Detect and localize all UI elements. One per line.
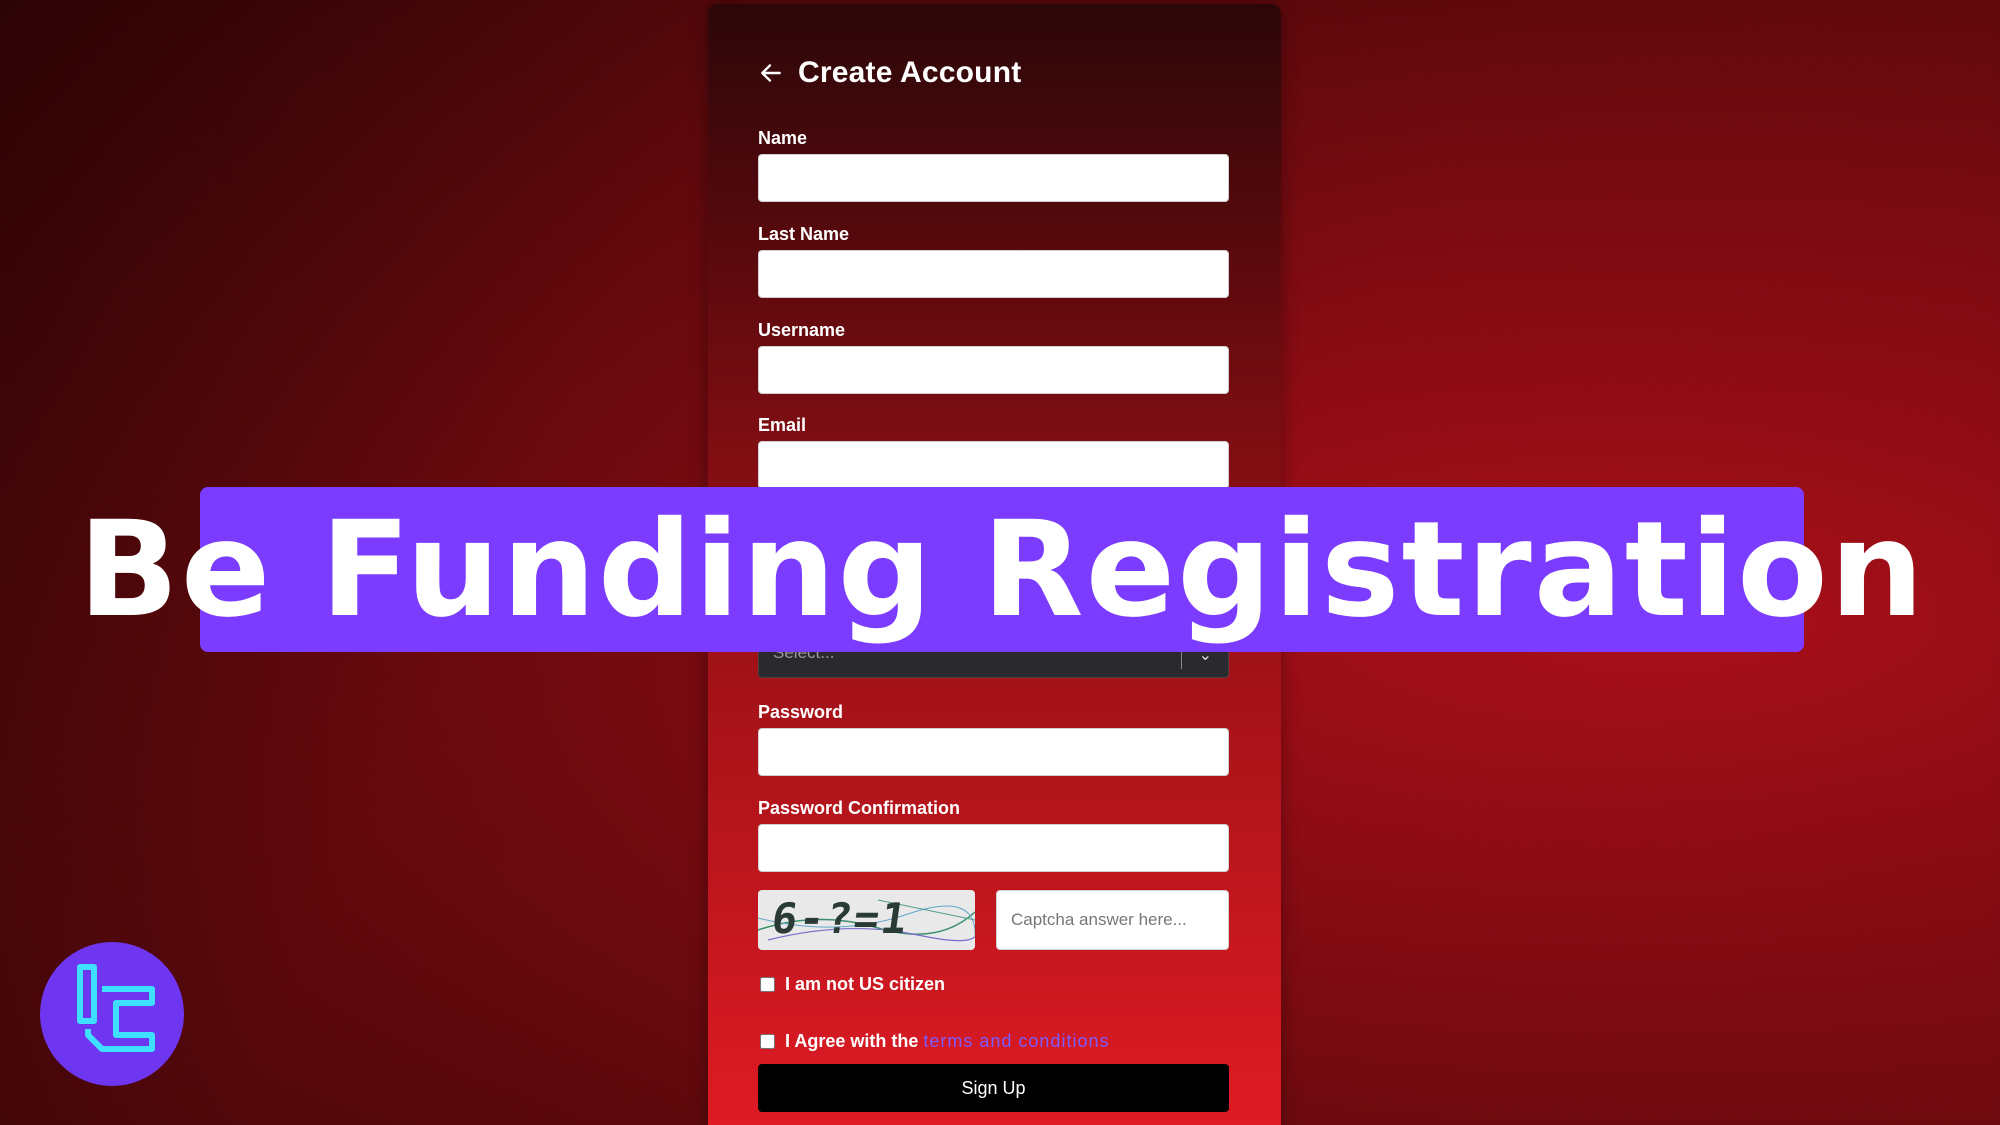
captcha-text: 6-?=1 [768,894,912,943]
password-confirmation-label: Password Confirmation [758,798,961,818]
username-label: Username [758,320,846,340]
name-label: Name [758,128,808,148]
last-name-input[interactable] [758,250,1229,298]
password-input[interactable] [758,728,1229,776]
captcha-answer-input[interactable] [996,890,1229,950]
terms-prefix: I Agree with the [785,1031,919,1051]
email-label: Email [758,415,807,435]
last-name-label: Last Name [758,224,850,244]
brand-logo [40,942,184,1086]
terms-label: I Agree with the terms and conditions [785,1031,1109,1052]
banner-title: Be Funding Registration [78,492,1926,647]
email-input[interactable] [758,441,1229,489]
sign-up-button[interactable]: Sign Up [758,1064,1229,1112]
us-citizen-row: I am not US citizen [760,974,945,995]
terms-row: I Agree with the terms and conditions [760,1031,1109,1052]
card-header: Create Account [758,56,1021,90]
terms-link[interactable]: terms and conditions [923,1031,1109,1051]
username-input[interactable] [758,346,1229,394]
captcha-image: 6-?=1 [758,890,975,950]
title-banner: Be Funding Registration [78,487,1924,652]
logo-mark-icon [77,964,155,1052]
page-title: Create Account [798,56,1022,89]
us-citizen-checkbox[interactable] [760,977,775,992]
arrow-left-icon[interactable] [758,60,784,86]
terms-checkbox[interactable] [760,1034,775,1049]
password-confirmation-input[interactable] [758,824,1229,872]
password-label: Password [758,702,844,722]
us-citizen-label: I am not US citizen [785,974,946,994]
name-input[interactable] [758,154,1229,202]
